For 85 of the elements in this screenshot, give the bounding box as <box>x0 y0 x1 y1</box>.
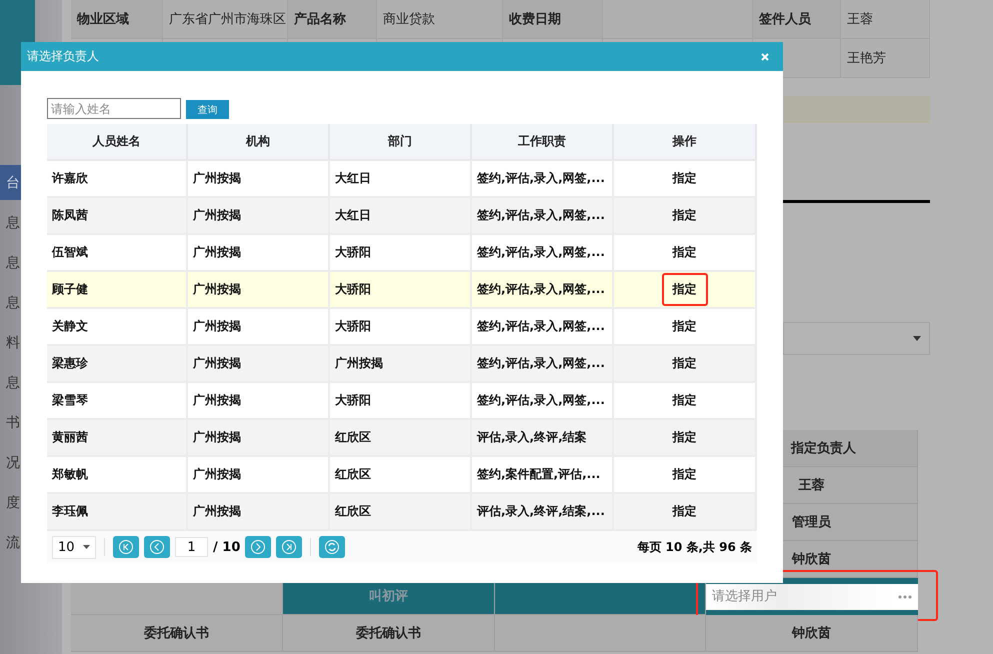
table-cell: 签约,评估,录入,网签,... <box>472 309 614 346</box>
column-header: 工作职责 <box>472 124 614 161</box>
close-icon[interactable] <box>761 52 769 60</box>
first-page-icon <box>118 539 134 555</box>
table-cell: 大骄阳 <box>330 383 472 420</box>
table-cell: 红欣区 <box>330 494 472 531</box>
table-cell: 广州按揭 <box>188 457 330 494</box>
table-cell: 广州按揭 <box>188 346 330 383</box>
table-cell: 梁惠珍 <box>47 346 188 383</box>
first-page-button[interactable] <box>113 536 139 558</box>
table-cell: 广州按揭 <box>188 309 330 346</box>
last-page-button[interactable] <box>276 536 302 558</box>
refresh-button[interactable] <box>319 536 346 558</box>
caret-icon <box>83 545 90 549</box>
table-cell: 大骄阳 <box>330 272 472 309</box>
assign-link[interactable]: 指定 <box>662 162 708 195</box>
table-cell: 签约,评估,录入,网签,... <box>472 346 614 383</box>
more-button[interactable] <box>892 584 918 610</box>
table-cell: 签约,评估,录入,网签,... <box>472 272 614 309</box>
table-cell: 大骄阳 <box>330 235 472 272</box>
table-cell: 红欣区 <box>330 457 472 494</box>
table-cell: 红欣区 <box>330 420 472 457</box>
assign-link[interactable]: 指定 <box>662 310 708 343</box>
assign-link[interactable]: 指定 <box>662 384 708 417</box>
table-cell: 评估,录入,终评,结案,... <box>472 494 614 531</box>
info-label: 产品名称 <box>288 0 377 39</box>
info-value: 广东省广州市海珠区 <box>163 0 288 39</box>
table-cell: 黄丽茜 <box>47 420 188 457</box>
table-cell: 广州按揭 <box>188 383 330 420</box>
table-cell: 签约,评估,录入,网签,... <box>472 161 614 198</box>
table-cell: 广州按揭 <box>188 198 330 235</box>
user-select-field[interactable]: 请选择用户 <box>706 584 892 610</box>
table-cell: 签约,评估,录入,网签,... <box>472 235 614 272</box>
table-cell: 委托确认书 <box>283 615 495 652</box>
next-page-button[interactable] <box>245 536 272 558</box>
table-cell: 大红日 <box>330 161 472 198</box>
info-label: 收费日期 <box>503 0 603 39</box>
table-cell: 签约,评估,录入,网签,... <box>472 198 614 235</box>
select-field[interactable] <box>783 322 930 355</box>
more-icon <box>898 594 912 598</box>
next-page-icon <box>250 539 266 555</box>
table-cell: 委托确认书 <box>71 615 283 652</box>
table-cell: 郑敏帆 <box>47 457 188 494</box>
table-cell: 梁雪琴 <box>47 383 188 420</box>
previous-page-icon <box>149 539 165 555</box>
table-cell: 顾子健 <box>47 272 188 309</box>
info-value: 王艳芳 <box>841 39 930 78</box>
info-label: 物业区域 <box>71 0 163 39</box>
table-cell: 伍智斌 <box>47 235 188 272</box>
table-cell: 钟欣茵 <box>706 615 918 652</box>
column-header: 操作 <box>614 124 757 161</box>
column-header: 部门 <box>330 124 472 161</box>
table-cell: 广州按揭 <box>330 346 472 383</box>
table-cell: 广州按揭 <box>188 272 330 309</box>
column-header: 机构 <box>188 124 330 161</box>
table-cell: 签约,案件配置,评估,... <box>472 457 614 494</box>
table-cell: 广州按揭 <box>188 235 330 272</box>
info-label: 签件人员 <box>753 0 841 39</box>
search-button[interactable]: 查询 <box>186 100 229 119</box>
assign-link[interactable]: 指定 <box>662 236 708 269</box>
table-cell: 签约,评估,录入,网签,... <box>472 383 614 420</box>
caret-icon <box>913 336 921 341</box>
table-cell: 李珏佩 <box>47 494 188 531</box>
info-value: 王蓉 <box>841 0 930 39</box>
table-cell: 广州按揭 <box>188 494 330 531</box>
table-cell: 大骄阳 <box>330 309 472 346</box>
table-cell: 许嘉欣 <box>47 161 188 198</box>
table-cell: 广州按揭 <box>188 420 330 457</box>
name-search-field[interactable]: 请输入姓名 <box>47 98 181 119</box>
page-number-field[interactable]: 1 <box>175 537 208 557</box>
refresh-icon <box>324 539 340 555</box>
assign-link[interactable]: 指定 <box>662 273 708 306</box>
last-page-icon <box>281 539 298 555</box>
table-cell: 陈凤茜 <box>47 198 188 235</box>
table-cell: 广州按揭 <box>188 161 330 198</box>
table-cell: 大红日 <box>330 198 472 235</box>
dialog-title: 请选择负责人 <box>27 48 99 65</box>
previous-page-button[interactable] <box>144 536 170 558</box>
table-cell: 关静文 <box>47 309 188 346</box>
table-cell: 评估,录入,终评,结案 <box>472 420 614 457</box>
column-header: 人员姓名 <box>47 124 188 161</box>
assign-link[interactable]: 指定 <box>662 458 708 491</box>
page-size-select[interactable]: 10 <box>52 536 96 558</box>
page-total: / 10 <box>213 540 240 554</box>
info-value: 商业贷款 <box>377 0 503 39</box>
